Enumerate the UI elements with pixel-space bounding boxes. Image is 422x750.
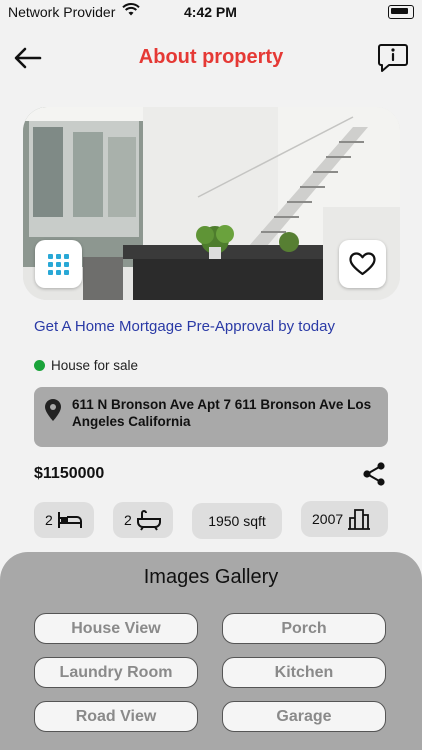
year-built-chip: 2007 bbox=[301, 501, 388, 537]
beds-count: 2 bbox=[45, 512, 53, 528]
bed-icon bbox=[57, 512, 82, 528]
area-chip: 1950 sqft bbox=[192, 503, 282, 539]
building-icon bbox=[348, 509, 371, 530]
area-label: 1950 sqft bbox=[208, 513, 266, 529]
map-pin-icon bbox=[45, 399, 61, 421]
info-message-button[interactable] bbox=[376, 40, 410, 74]
favorite-button[interactable] bbox=[339, 240, 386, 288]
gallery-item-house-view[interactable]: House View bbox=[34, 613, 198, 644]
status-dot-icon bbox=[34, 360, 45, 371]
baths-count: 2 bbox=[124, 512, 132, 528]
share-icon bbox=[363, 462, 385, 486]
gallery-item-garage[interactable]: Garage bbox=[222, 701, 386, 732]
share-button[interactable] bbox=[361, 461, 387, 487]
clock-label: 4:42 PM bbox=[184, 4, 237, 20]
bathtub-icon bbox=[136, 510, 161, 531]
battery-icon bbox=[388, 5, 414, 19]
carrier-label: Network Provider bbox=[8, 4, 116, 20]
mortgage-preapproval-link[interactable]: Get A Home Mortgage Pre-Approval by toda… bbox=[34, 318, 335, 335]
gallery-item-porch[interactable]: Porch bbox=[222, 613, 386, 644]
grid-icon bbox=[48, 254, 69, 275]
wifi-icon bbox=[122, 3, 140, 20]
gallery-title: Images Gallery bbox=[143, 566, 279, 588]
heart-icon bbox=[349, 252, 376, 276]
price-label: $1150000 bbox=[34, 465, 105, 482]
beds-chip: 2 bbox=[34, 502, 94, 538]
baths-chip: 2 bbox=[113, 502, 173, 538]
address-card[interactable]: 611 N Bronson Ave Apt 7 611 Bronson Ave … bbox=[34, 387, 388, 447]
gallery-item-road-view[interactable]: Road View bbox=[34, 701, 198, 732]
gallery-item-kitchen[interactable]: Kitchen bbox=[222, 657, 386, 688]
gallery-grid-button[interactable] bbox=[35, 240, 82, 288]
nav-bar: About property bbox=[0, 36, 422, 80]
year-built-label: 2007 bbox=[312, 511, 344, 527]
gallery-item-laundry-room[interactable]: Laundry Room bbox=[34, 657, 198, 688]
status-bar: Network Provider 4:42 PM bbox=[0, 0, 422, 24]
page-title: About property bbox=[138, 46, 284, 68]
sale-status-label: House for sale bbox=[51, 358, 139, 373]
address-text: 611 N Bronson Ave Apt 7 611 Bronson Ave … bbox=[72, 397, 372, 429]
info-message-icon bbox=[378, 44, 408, 72]
sale-status: House for sale bbox=[34, 358, 138, 373]
